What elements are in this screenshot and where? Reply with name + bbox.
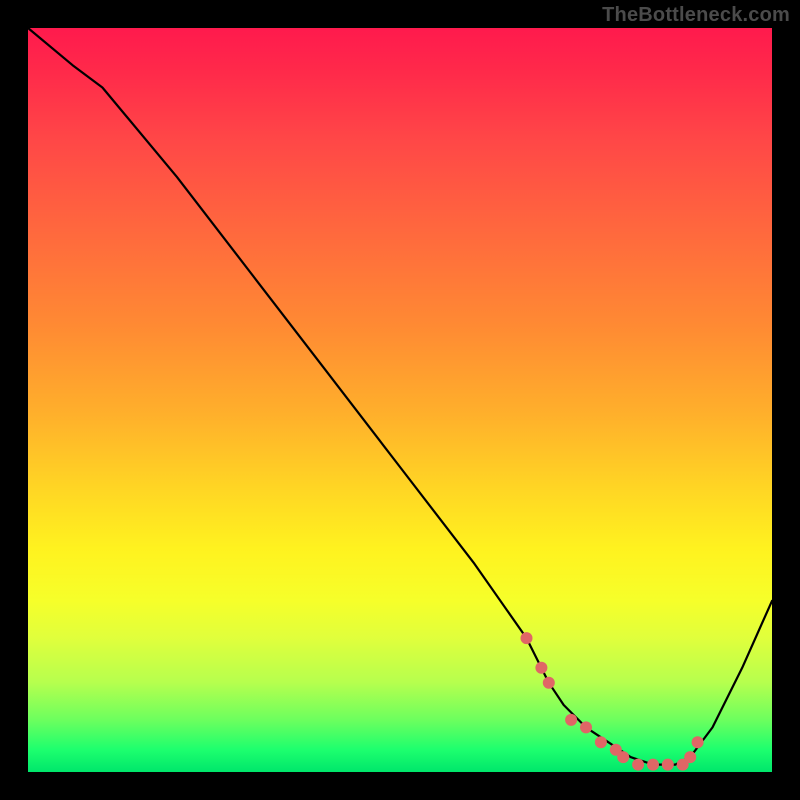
- chart-frame: TheBottleneck.com: [0, 0, 800, 800]
- marker-dot: [617, 751, 629, 763]
- curve-path: [28, 28, 772, 765]
- marker-dot: [521, 632, 533, 644]
- marker-dot: [543, 677, 555, 689]
- marker-dots: [521, 632, 704, 771]
- marker-dot: [580, 721, 592, 733]
- marker-dot: [647, 759, 659, 771]
- marker-dot: [565, 714, 577, 726]
- plot-area: [28, 28, 772, 772]
- curve-layer: [28, 28, 772, 772]
- marker-dot: [684, 751, 696, 763]
- marker-dot: [535, 662, 547, 674]
- marker-dot: [632, 759, 644, 771]
- watermark-label: TheBottleneck.com: [602, 4, 790, 27]
- marker-dot: [595, 736, 607, 748]
- marker-dot: [662, 759, 674, 771]
- marker-dot: [692, 736, 704, 748]
- bottleneck-curve: [28, 28, 772, 765]
